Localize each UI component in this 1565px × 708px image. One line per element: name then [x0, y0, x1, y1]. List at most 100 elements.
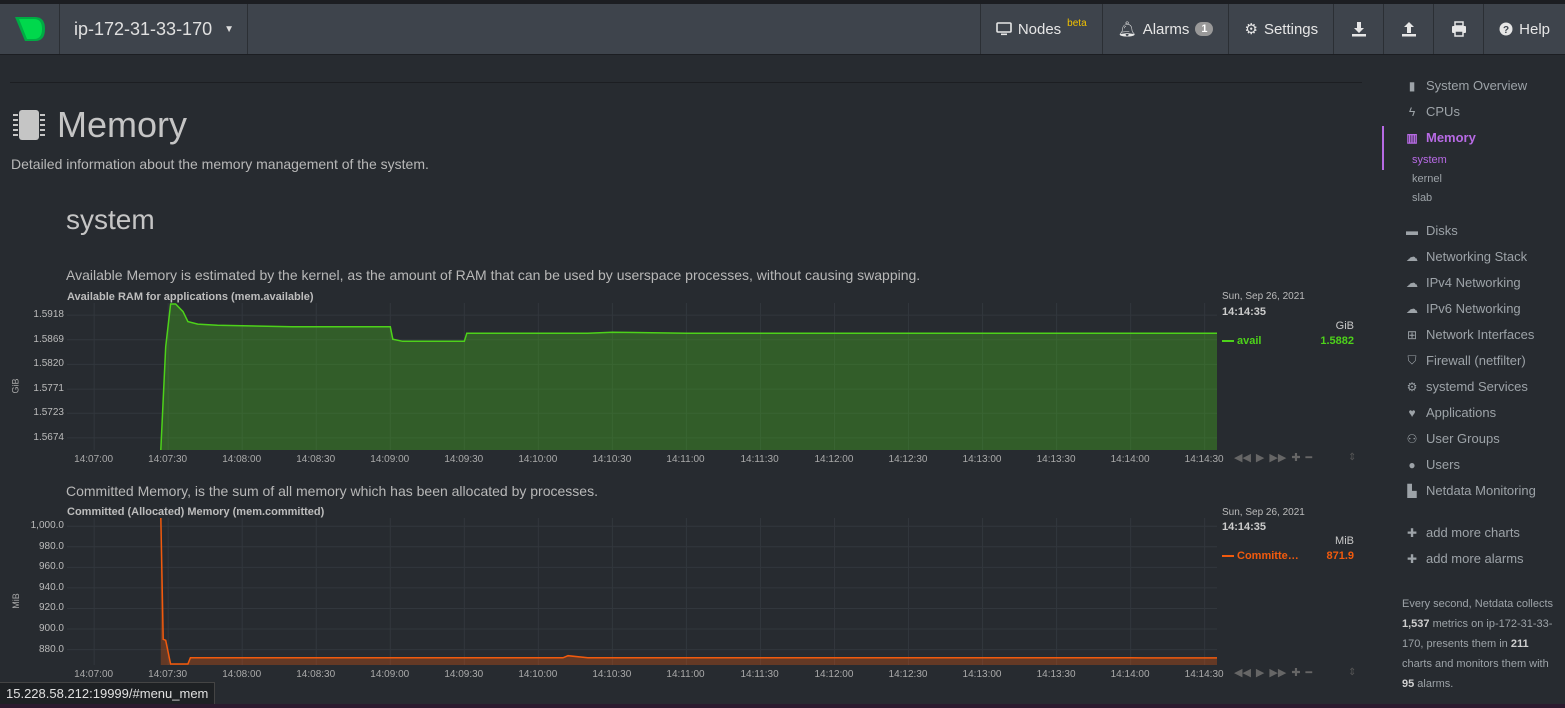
download-button[interactable] [1333, 4, 1383, 54]
section-title: Memory [57, 104, 188, 145]
resize-handle-icon[interactable]: ⇕ [1348, 667, 1356, 678]
question-circle-icon: ? [1499, 22, 1513, 36]
section-description: Detailed information about the memory ma… [11, 156, 429, 172]
print-button[interactable] [1433, 4, 1483, 54]
zoom-out-icon[interactable]: ━ [1306, 666, 1313, 679]
nodes-button[interactable]: Nodes beta [979, 4, 1102, 54]
add-more-alarms-link[interactable]: ✚ add more alarms [1405, 551, 1524, 566]
sidebar-item-disks[interactable]: ▬ Disks [1405, 223, 1458, 238]
sidebar-item-ipv4-networking[interactable]: ☁ IPv4 Networking [1405, 275, 1521, 290]
x-tick-label: 14:09:30 [444, 454, 484, 465]
settings-button[interactable]: ⚙ Settings [1228, 4, 1333, 54]
rewind-icon[interactable]: ◀◀ [1234, 666, 1251, 679]
x-tick-label: 14:10:30 [592, 669, 632, 680]
sidebar-item-user-groups[interactable]: ⚇ User Groups [1405, 431, 1500, 446]
legend-unit: GiB [1335, 320, 1354, 332]
svg-text:?: ? [1503, 25, 1509, 36]
sidebar-item-users[interactable]: ● Users [1405, 457, 1460, 472]
download-icon [1351, 22, 1366, 37]
sidebar-item-memory[interactable]: ▥ Memory [1405, 130, 1476, 145]
cloud-icon: ☁ [1406, 301, 1418, 316]
zoom-out-icon[interactable]: ━ [1306, 451, 1313, 464]
legend-series-name: Committe… [1237, 550, 1299, 562]
sidebar-item-firewall-netfilter[interactable]: ⛉ Firewall (netfilter) [1405, 353, 1525, 368]
users-icon: ⚇ [1406, 431, 1418, 446]
x-tick-label: 14:08:00 [222, 669, 262, 680]
resize-handle-icon[interactable]: ⇕ [1348, 452, 1356, 463]
help-button[interactable]: ? Help [1483, 4, 1565, 54]
x-tick-label: 14:13:30 [1036, 454, 1076, 465]
sidebar-item-cpus[interactable]: ϟ CPUs [1405, 104, 1460, 119]
x-tick-label: 14:11:30 [740, 454, 779, 465]
legend-time: 14:14:35 [1222, 521, 1267, 533]
y-tick-label: 1.5723 [33, 407, 64, 419]
monitor-icon [996, 22, 1012, 36]
y-tick-label: 920.0 [38, 602, 64, 614]
sidebar-item-network-interfaces[interactable]: ⊞ Network Interfaces [1405, 327, 1534, 342]
legend-series-name: avail [1237, 335, 1262, 347]
top-navbar: ip-172-31-33-170 ▼ Nodes beta 🔔︎ Alarms … [0, 4, 1565, 55]
legend-date: Sun, Sep 26, 2021 [1222, 507, 1305, 518]
zoom-in-icon[interactable]: ✚ [1291, 451, 1300, 464]
zoom-in-icon[interactable]: ✚ [1291, 666, 1300, 679]
x-tick-label: 14:08:00 [222, 454, 262, 465]
host-name: ip-172-31-33-170 [74, 18, 213, 39]
shield-icon: ⛉ [1407, 353, 1417, 367]
sidebar: ▮ System Overview ϟ CPUs ▥ Memory ▬ Disks ☁ Netwo… [1375, 56, 1565, 708]
y-tick-label: 1,000.0 [30, 520, 64, 532]
y-tick-label: 880.0 [38, 643, 64, 655]
x-tick-label: 14:12:30 [888, 454, 928, 465]
x-tick-label: 14:13:00 [962, 669, 1002, 680]
forward-icon[interactable]: ▶▶ [1269, 451, 1286, 464]
host-selector[interactable]: ip-172-31-33-170 ▼ [60, 4, 248, 54]
hdd-icon: ▬ [1406, 223, 1418, 238]
sidebar-footer-text: Every second, Netdata collects 1,537 met… [1402, 598, 1554, 690]
x-tick-label: 14:11:00 [666, 454, 705, 465]
x-tick-label: 14:12:00 [814, 454, 854, 465]
series-area [160, 518, 1217, 665]
alarms-count-badge: 1 [1195, 22, 1214, 36]
y-tick-label: 980.0 [38, 540, 64, 552]
sidebar-item-systemd-services[interactable]: ⚙ systemd Services [1405, 379, 1528, 394]
legend-series[interactable]: Committe… 871.9 [1222, 550, 1354, 562]
sidebar-item-networking-stack[interactable]: ☁ Networking Stack [1405, 249, 1527, 264]
user-icon: ● [1408, 457, 1416, 472]
y-tick-label: 940.0 [38, 581, 64, 593]
sidebar-subitem-system[interactable]: system [1412, 154, 1447, 166]
browser-status-url: 15.228.58.212:19999/#menu_mem [0, 682, 216, 704]
x-tick-label: 14:11:00 [666, 669, 705, 680]
sidebar-subitem-kernel[interactable]: kernel [1412, 173, 1442, 185]
x-tick-label: 14:09:30 [444, 669, 484, 680]
sidebar-item-netdata-monitoring[interactable]: ▙ Netdata Monitoring [1405, 483, 1535, 498]
sidebar-item-ipv6-networking[interactable]: ☁ IPv6 Networking [1405, 301, 1521, 316]
x-tick-label: 14:07:00 [74, 454, 114, 465]
sidebar-subitem-slab[interactable]: slab [1412, 192, 1432, 204]
play-icon[interactable]: ▶ [1256, 666, 1264, 679]
legend-series[interactable]: avail 1.5882 [1222, 335, 1354, 347]
bookmark-icon: ▮ [1408, 78, 1416, 93]
add-more-charts-link[interactable]: ✚ add more charts [1405, 525, 1520, 540]
x-tick-label: 14:09:00 [370, 454, 410, 465]
x-tick-label: 14:09:00 [370, 669, 410, 680]
netdata-logo[interactable] [0, 4, 60, 54]
help-label: Help [1519, 20, 1550, 38]
x-tick-label: 14:12:00 [814, 669, 854, 680]
legend-unit: MiB [1335, 535, 1354, 547]
play-icon[interactable]: ▶ [1256, 451, 1264, 464]
chart-plot-area[interactable] [67, 303, 1217, 450]
sidebar-item-applications[interactable]: ♥ Applications [1405, 405, 1496, 420]
sidebar-active-indicator [1382, 126, 1384, 170]
forward-icon[interactable]: ▶▶ [1269, 666, 1286, 679]
x-tick-label: 14:12:30 [888, 669, 928, 680]
rewind-icon[interactable]: ◀◀ [1234, 451, 1251, 464]
chart-plot-area[interactable] [67, 518, 1217, 665]
alarms-button[interactable]: 🔔︎ Alarms 1 [1101, 4, 1229, 54]
sitemap-icon: ⊞ [1406, 327, 1418, 342]
x-tick-label: 14:07:30 [148, 669, 188, 680]
y-tick-label: 1.5820 [33, 358, 64, 370]
y-tick-label: 960.0 [38, 561, 64, 573]
legend-time: 14:14:35 [1222, 306, 1267, 318]
sidebar-item-system-overview[interactable]: ▮ System Overview [1405, 78, 1527, 93]
upload-button[interactable] [1383, 4, 1433, 54]
y-tick-label: 1.5674 [33, 431, 64, 443]
